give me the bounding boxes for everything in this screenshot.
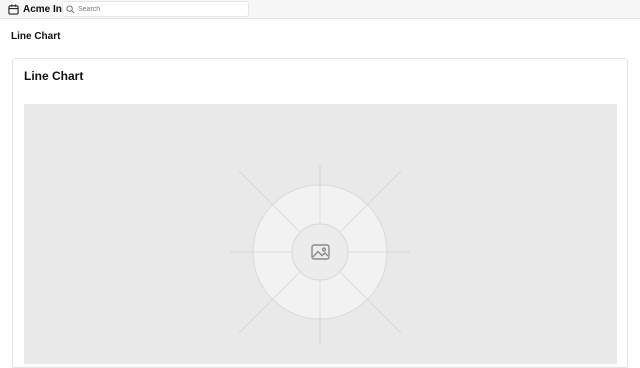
top-bar: Acme Inc <box>0 0 640 19</box>
search-box[interactable] <box>62 1 249 17</box>
page-title: Line Chart <box>11 31 61 42</box>
card-title: Line Chart <box>24 69 84 83</box>
chart-card: Line Chart <box>12 58 628 368</box>
image-placeholder <box>24 104 617 364</box>
search-icon <box>66 4 75 13</box>
search-input[interactable] <box>75 3 238 15</box>
brand[interactable]: Acme Inc <box>8 3 67 16</box>
placeholder-graphic <box>230 164 410 344</box>
app-name: Acme Inc <box>23 4 68 15</box>
package-icon <box>8 4 19 15</box>
